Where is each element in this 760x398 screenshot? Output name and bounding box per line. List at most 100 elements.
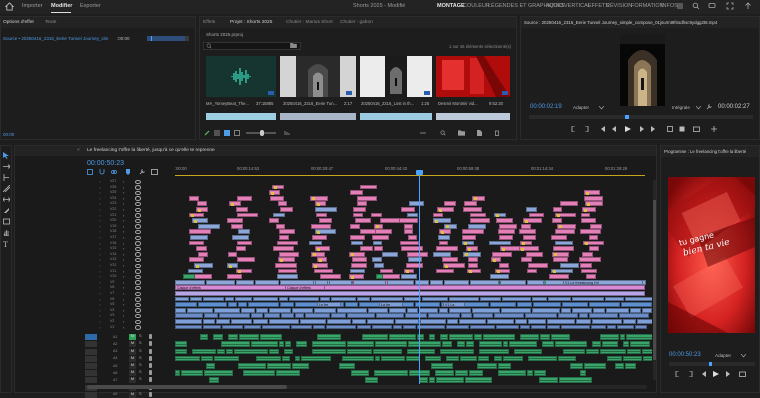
video-clip[interactable] [642,307,652,313]
video-clip[interactable] [401,207,415,212]
video-clip[interactable] [291,324,313,330]
video-clip[interactable] [244,324,262,330]
step-forward-icon[interactable] [639,126,645,132]
video-clip[interactable] [227,263,238,268]
video-clip[interactable] [236,279,254,285]
video-clip[interactable] [444,279,469,285]
video-clip[interactable] [277,274,298,279]
video-clip[interactable] [519,229,536,235]
video-clip[interactable] [408,235,417,240]
video-clip[interactable] [175,302,198,307]
audio-track-header[interactable]: A5 M S [83,363,173,369]
tab-projet[interactable]: Projet : Shorts 2025 [230,20,272,25]
solo-button[interactable]: S [139,392,142,396]
video-clip[interactable] [519,246,539,251]
video-clip[interactable] [198,223,220,229]
track-lock-icon[interactable]: ▫ [99,280,100,285]
program-position-marker[interactable] [709,362,712,366]
microphone-icon[interactable] [149,363,152,368]
video-clip[interactable] [572,296,605,302]
video-clip[interactable] [256,307,269,313]
video-track-header[interactable]: ▫ V23 ▪ [83,201,173,207]
video-clip[interactable] [404,268,414,274]
audio-clip[interactable] [373,348,402,355]
audio-clip[interactable] [586,348,599,355]
video-clip[interactable] [560,263,579,268]
timeline-timecode[interactable]: 00:00:50:23 [87,160,124,167]
video-clip[interactable] [305,313,331,319]
video-clip[interactable] [502,296,532,302]
video-clip[interactable] [236,268,252,274]
sync-lock-icon[interactable]: ▪ [123,218,124,223]
tab-effect-options[interactable]: Options d'effet [3,20,34,25]
video-clip[interactable] [515,319,528,324]
video-clip[interactable] [292,307,314,313]
eye-icon[interactable] [135,313,141,319]
video-clip[interactable] [561,324,591,330]
audio-clip[interactable] [221,341,250,348]
video-track-header[interactable]: ▫ V12 ▪ [83,263,173,268]
video-clip[interactable] [196,246,207,251]
track-target[interactable] [85,348,97,355]
video-clip[interactable] [367,319,395,324]
video-track-header[interactable]: ▫ V22 ▪ [83,207,173,212]
video-clip[interactable] [194,263,213,268]
track-lock-icon[interactable]: ▫ [99,319,100,324]
mute-button[interactable]: M [129,377,136,384]
video-clip[interactable] [273,246,294,251]
video-clip[interactable] [189,212,204,218]
mark-in-icon[interactable] [571,126,577,132]
hand-tool-icon[interactable] [3,229,10,236]
video-clip[interactable] [198,302,228,307]
source-scrubber[interactable] [529,115,753,119]
audio-clip[interactable] [234,348,268,355]
audio-clip[interactable] [375,355,380,362]
audio-clip[interactable] [292,363,309,369]
sync-lock-icon[interactable]: ▪ [123,269,124,274]
video-clip[interactable] [470,218,490,223]
mark-out-icon[interactable] [583,126,589,132]
video-clip[interactable] [264,313,281,319]
solo-button[interactable]: S [139,341,142,345]
track-lock-icon[interactable]: ▫ [99,229,100,234]
video-clip[interactable] [553,246,574,251]
video-clip[interactable] [350,268,365,274]
track-lock-icon[interactable]: ▫ [99,213,100,218]
video-clip[interactable] [314,307,337,313]
video-clip[interactable] [463,251,481,257]
video-clip[interactable] [523,218,542,223]
video-clip[interactable] [310,195,328,201]
program-timecode[interactable]: 00:00:50:23 [669,352,701,358]
video-clip[interactable] [315,207,337,212]
audio-clip[interactable] [312,348,346,355]
video-clip[interactable] [399,218,418,223]
audio-clip[interactable] [419,377,428,384]
eye-icon[interactable] [135,297,141,302]
video-clip[interactable] [528,319,547,324]
video-clip[interactable] [549,274,569,279]
find-icon[interactable] [440,130,446,136]
microphone-icon[interactable] [149,341,152,347]
video-clip[interactable] [552,251,569,257]
step-forward-icon[interactable] [725,371,731,377]
track-lock-icon[interactable]: ▫ [99,190,100,195]
video-clip[interactable] [236,207,248,212]
time-ruler[interactable]: :00:00 00:00:14:53 00:00:29:47 00:00:44:… [175,166,655,178]
video-clip[interactable] [580,229,601,235]
captions-icon[interactable] [151,169,158,175]
project-search-field[interactable] [203,42,301,50]
video-clip[interactable] [583,240,604,246]
sort-icon[interactable] [284,130,290,136]
sync-lock-icon[interactable]: ▪ [123,285,124,290]
video-clip[interactable] [351,240,363,246]
video-clip[interactable] [190,296,203,302]
video-clip[interactable] [300,319,327,324]
razor-tool-icon[interactable] [3,185,10,192]
chevron-down-icon[interactable] [599,106,604,110]
video-clip[interactable] [523,235,536,240]
audio-clip[interactable] [429,334,435,340]
audio-clip[interactable] [362,334,388,340]
track-lock-icon[interactable]: ▫ [99,235,100,240]
audio-clip[interactable] [503,355,523,362]
video-clip[interactable] [591,324,607,330]
